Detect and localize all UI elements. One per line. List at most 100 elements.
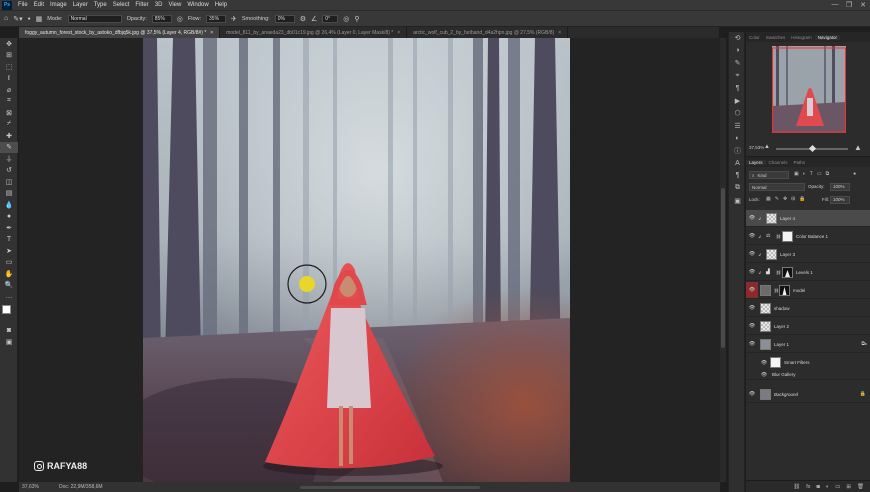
- lasso-tool-icon[interactable]: ℓ: [0, 73, 18, 85]
- layer-filter-kind[interactable]: ⌕ Kind: [749, 171, 789, 179]
- layer-row-layer-3[interactable]: 👁 ↲ Layer 3: [746, 246, 870, 263]
- layer-name[interactable]: Layer 4: [780, 216, 795, 221]
- blur-tool-icon[interactable]: 💧: [0, 199, 18, 211]
- document-tab[interactable]: foggy_autumn_forest_stock_by_astoko_dfbj…: [19, 27, 221, 38]
- layer-name[interactable]: Layer 3: [780, 252, 795, 257]
- smart-filters-label[interactable]: Smart Filters: [784, 360, 810, 365]
- lock-all-icon[interactable]: 🔒: [799, 196, 805, 202]
- type-tool-icon[interactable]: T: [0, 234, 18, 246]
- tab-close-icon[interactable]: ×: [558, 30, 561, 36]
- gradient-tool-icon[interactable]: ▤: [0, 188, 18, 200]
- move-tool-icon[interactable]: ✥: [0, 38, 18, 50]
- layer-name[interactable]: Color Balance 1: [796, 234, 828, 239]
- marquee-tool-icon[interactable]: ⬚: [0, 61, 18, 73]
- minimize-button[interactable]: —: [828, 1, 842, 9]
- menu-3d[interactable]: 3D: [152, 2, 166, 8]
- actions-panel-icon[interactable]: ▶: [729, 95, 746, 108]
- status-doc-size[interactable]: Doc: 22,9M/358,6M: [59, 484, 103, 490]
- healing-tool-icon[interactable]: ✚: [0, 130, 18, 142]
- tab-close-icon[interactable]: ×: [397, 30, 400, 36]
- menu-help[interactable]: Help: [212, 2, 230, 8]
- character-panel-icon[interactable]: A: [729, 157, 746, 170]
- lock-transparent-icon[interactable]: ▦: [766, 196, 771, 202]
- timeline-panel-icon[interactable]: ⧉: [729, 182, 746, 195]
- navigator-zoom-value[interactable]: 37,53%: [749, 145, 764, 150]
- delete-layer-icon[interactable]: 🗑: [857, 484, 864, 490]
- frame-tool-icon[interactable]: ⊠: [0, 107, 18, 119]
- history-brush-tool-icon[interactable]: ↺: [0, 165, 18, 177]
- document-tab[interactable]: arctic_wolf_cub_2_by_furiband_d4a2hpn.jp…: [407, 27, 569, 38]
- eye-icon[interactable]: 👁: [746, 341, 758, 347]
- menu-type[interactable]: Type: [91, 2, 110, 8]
- screen-mode-icon[interactable]: ▣: [0, 336, 18, 348]
- filter-type-icon[interactable]: T: [810, 171, 813, 177]
- link-layers-icon[interactable]: ⛓: [793, 484, 800, 490]
- shape-tool-icon[interactable]: ▭: [0, 257, 18, 269]
- menu-file[interactable]: File: [15, 2, 31, 8]
- zoom-tool-icon[interactable]: 🔍: [0, 280, 18, 292]
- vertical-scrollbar[interactable]: [720, 38, 726, 482]
- lock-pixels-icon[interactable]: ✎: [775, 196, 779, 202]
- properties-panel-icon[interactable]: ☰: [729, 120, 746, 133]
- eye-icon[interactable]: 👁: [746, 282, 758, 298]
- menu-filter[interactable]: Filter: [132, 2, 151, 8]
- clone-source-icon[interactable]: ⌖: [729, 70, 746, 83]
- horizontal-scroll-thumb[interactable]: [300, 486, 480, 489]
- stamp-tool-icon[interactable]: ⏚: [0, 153, 18, 165]
- new-adjustment-icon[interactable]: ◐: [826, 484, 829, 490]
- tab-paths[interactable]: Paths: [791, 160, 809, 165]
- more-tools-icon[interactable]: …: [0, 291, 18, 303]
- symmetry-icon[interactable]: ⚲: [354, 15, 359, 23]
- menu-image[interactable]: Image: [47, 2, 70, 8]
- filter-adjust-icon[interactable]: ◐: [803, 171, 806, 177]
- angle-icon[interactable]: ∠: [311, 15, 317, 23]
- filter-shape-icon[interactable]: ▭: [817, 171, 822, 177]
- layer-row-layer-4[interactable]: 👁 ↲ Layer 4: [746, 210, 870, 227]
- pressure-size-icon[interactable]: ◎: [343, 15, 349, 23]
- path-select-tool-icon[interactable]: ➤: [0, 245, 18, 257]
- opacity-field[interactable]: 85%: [151, 14, 172, 23]
- 3d-panel-icon[interactable]: ⬡: [729, 107, 746, 120]
- lock-artboard-icon[interactable]: ⊞: [791, 196, 795, 202]
- layer-name[interactable]: Background: [774, 392, 798, 397]
- layer-row-shadow[interactable]: 👁 shadow: [746, 300, 870, 317]
- eye-icon[interactable]: 👁: [746, 215, 758, 221]
- document-tab[interactable]: model_811_by_anaeda23_db01c19.jpg @ 26,4…: [220, 27, 408, 38]
- zoom-in-icon[interactable]: ▲: [854, 143, 862, 152]
- paragraph-panel-icon[interactable]: ¶: [729, 82, 746, 95]
- eye-icon[interactable]: 👁: [746, 323, 758, 329]
- tab-swatches[interactable]: Swatches: [763, 35, 789, 40]
- gear-icon[interactable]: ⚙: [300, 15, 306, 23]
- eyedropper-tool-icon[interactable]: ⌿: [0, 119, 18, 131]
- layer-row-color-balance-1[interactable]: 👁 ↲ ⚖ ⛓ Color Balance 1: [746, 228, 870, 245]
- smart-object-icon[interactable]: ⧉▴: [861, 341, 867, 347]
- eraser-tool-icon[interactable]: ◫: [0, 176, 18, 188]
- filter-smart-icon[interactable]: ⧉: [826, 171, 830, 177]
- layer-name[interactable]: Levels 1: [796, 270, 813, 275]
- brush-preset-icon[interactable]: ✎▾: [13, 15, 22, 23]
- layer-name[interactable]: shadow: [774, 306, 790, 311]
- close-button[interactable]: ✕: [856, 1, 870, 9]
- artboard-tool-icon[interactable]: ⊞: [0, 50, 18, 62]
- fx-icon[interactable]: fx: [806, 484, 810, 490]
- smart-filters-row[interactable]: 👁 Smart Filters: [746, 354, 870, 371]
- history-panel-icon[interactable]: ⟲: [729, 32, 746, 45]
- home-icon[interactable]: ⌂: [4, 15, 8, 22]
- angle-field[interactable]: 0°: [322, 14, 339, 23]
- menu-layer[interactable]: Layer: [70, 2, 91, 8]
- menu-view[interactable]: View: [165, 2, 184, 8]
- layer-name[interactable]: model: [793, 288, 805, 293]
- foreground-color[interactable]: [2, 304, 11, 314]
- eye-icon[interactable]: 👁: [746, 391, 758, 397]
- mode-select[interactable]: Normal: [67, 14, 122, 23]
- eye-icon[interactable]: 👁: [758, 360, 770, 366]
- libraries-panel-icon[interactable]: ▣: [729, 195, 746, 208]
- eye-icon[interactable]: 👁: [758, 372, 770, 378]
- document-canvas[interactable]: [143, 38, 570, 482]
- glyph-panel-icon[interactable]: ¶: [729, 170, 746, 183]
- hand-tool-icon[interactable]: ✋: [0, 268, 18, 280]
- smoothing-field[interactable]: 0%: [274, 14, 295, 23]
- crop-tool-icon[interactable]: ⌗: [0, 96, 18, 108]
- eye-icon[interactable]: 👁: [746, 233, 758, 239]
- quick-select-tool-icon[interactable]: ⌀: [0, 84, 18, 96]
